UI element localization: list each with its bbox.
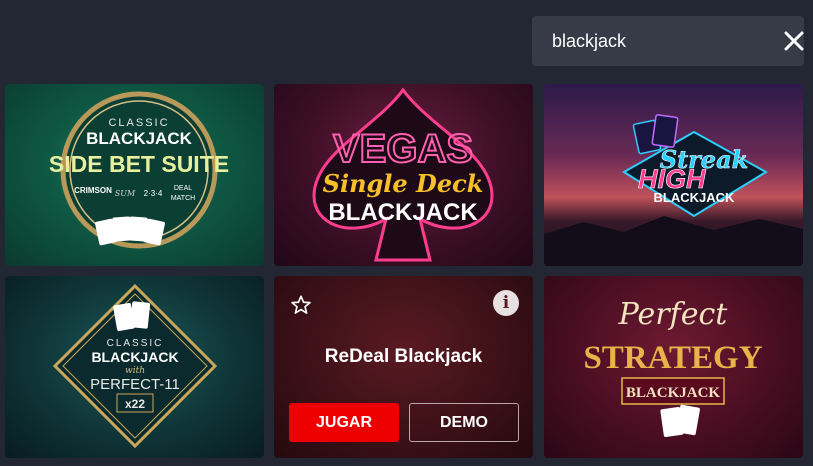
demo-button[interactable]: DEMO [409, 403, 519, 442]
game-artwork: CLASSIC BLACKJACK with PERFECT-11 x22 [52, 283, 218, 449]
tile-text: VEGAS [333, 127, 473, 171]
tile-text: MATCH [171, 195, 195, 202]
game-tile-classic-blackjack-perfect-11[interactable]: CLASSIC BLACKJACK with PERFECT-11 x22 [5, 276, 264, 458]
tile-text: BLACKJACK [654, 190, 736, 205]
tile-text: CRIMSON [74, 186, 112, 195]
play-button[interactable]: JUGAR [289, 403, 399, 442]
game-title: ReDeal Blackjack [324, 346, 483, 367]
game-artwork: HIGH Streak BLACKJACK [544, 114, 803, 266]
game-tile-perfect-strategy-blackjack[interactable]: Perfect STRATEGY BLACKJACK [544, 276, 803, 458]
tile-text: CLASSIC [107, 338, 164, 349]
tile-text: SIDE BET SUITE [49, 151, 229, 177]
tile-text: Perfect [618, 297, 729, 332]
game-tile-classic-blackjack-side-bet-suite[interactable]: CLASSIC BLACKJACK SIDE BET SUITE CRIMSON… [5, 84, 264, 266]
tile-text: with [125, 366, 145, 376]
game-artwork: VEGAS Single Deck BLACKJACK [312, 87, 494, 262]
game-tile-high-streak-blackjack[interactable]: HIGH Streak BLACKJACK [544, 84, 803, 266]
game-tile-vegas-single-deck-blackjack[interactable]: VEGAS Single Deck BLACKJACK [274, 84, 533, 266]
star-icon[interactable] [290, 294, 312, 321]
tile-text: BLACKJACK [626, 385, 721, 401]
tile-text: CLASSIC [108, 117, 169, 129]
game-artwork: CLASSIC BLACKJACK SIDE BET SUITE CRIMSON… [49, 91, 229, 249]
tile-text: x22 [125, 397, 145, 411]
search-input[interactable] [532, 16, 784, 66]
tile-text: BLACKJACK [328, 199, 478, 226]
tile-text: PERFECT-11 [90, 376, 180, 393]
search-box[interactable] [532, 16, 804, 66]
game-artwork: Perfect STRATEGY BLACKJACK [583, 297, 763, 437]
tile-text: BLACKJACK [86, 129, 193, 148]
tile-text: DEAL [174, 185, 192, 192]
close-icon[interactable] [784, 16, 804, 66]
tile-text: STRATEGY [583, 340, 762, 376]
tile-text: SUM [115, 189, 136, 198]
tile-text: BLACKJACK [91, 349, 178, 365]
info-icon[interactable]: i [493, 290, 519, 316]
tile-text: Streak [660, 145, 749, 174]
tile-text: Single Deck [323, 169, 484, 198]
game-tile-redeal-blackjack[interactable]: i ReDeal Blackjack JUGAR DEMO [274, 276, 533, 458]
tile-text: 2·3·4 [144, 189, 163, 198]
